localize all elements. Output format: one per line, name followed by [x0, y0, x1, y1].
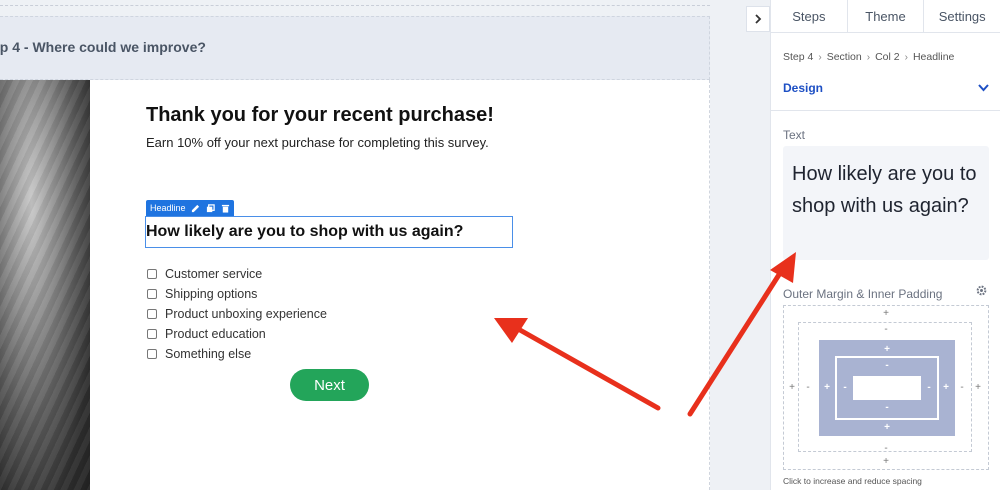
option-item[interactable]: Product education: [147, 324, 327, 344]
next-button[interactable]: Next: [290, 369, 369, 401]
edit-icon[interactable]: [191, 203, 201, 213]
gear-icon[interactable]: [976, 285, 987, 299]
divider: [771, 110, 1000, 111]
chevron-right-icon: ›: [818, 51, 822, 63]
previous-section-edge: [0, 0, 710, 6]
step-header-bar[interactable]: ep 4 - Where could we improve?: [0, 16, 710, 80]
trash-icon[interactable]: [220, 203, 230, 213]
option-label: Something else: [165, 347, 252, 361]
design-accordion[interactable]: Design: [783, 81, 989, 95]
option-checkbox[interactable]: [147, 289, 157, 299]
margin-bottom-increase[interactable]: +: [881, 456, 891, 467]
margin-top-increase[interactable]: +: [881, 308, 891, 319]
margin-bottom-decrease[interactable]: -: [881, 443, 891, 454]
option-item[interactable]: Something else: [147, 344, 327, 364]
option-label: Product unboxing experience: [165, 307, 327, 321]
tab-settings[interactable]: Settings: [924, 0, 1000, 32]
breadcrumb-section[interactable]: Section: [827, 51, 862, 63]
padding-right-decrease[interactable]: -: [924, 382, 934, 393]
step-title: ep 4 - Where could we improve?: [0, 39, 206, 55]
design-label: Design: [783, 81, 824, 95]
option-item[interactable]: Shipping options: [147, 284, 327, 304]
padding-bottom-decrease[interactable]: -: [882, 402, 892, 413]
option-checkbox[interactable]: [147, 329, 157, 339]
option-checkbox[interactable]: [147, 349, 157, 359]
headline-toolbar: Headline: [146, 200, 234, 216]
padding-left-increase[interactable]: +: [822, 382, 832, 393]
margin-left-increase[interactable]: +: [787, 382, 797, 393]
padding-left-decrease[interactable]: -: [840, 382, 850, 393]
option-label: Customer service: [165, 267, 263, 281]
breadcrumb-headline[interactable]: Headline: [913, 51, 954, 63]
collapse-panel-button[interactable]: [746, 6, 770, 32]
padding-top-decrease[interactable]: -: [882, 360, 892, 371]
thank-you-heading[interactable]: Thank you for your recent purchase!: [146, 104, 494, 127]
chevron-down-icon: [978, 81, 989, 95]
option-label: Shipping options: [165, 287, 258, 301]
option-label: Product education: [165, 327, 266, 341]
hero-image[interactable]: [0, 80, 90, 490]
content-core: [853, 376, 921, 400]
breadcrumb-step[interactable]: Step 4: [783, 51, 813, 63]
chevron-right-icon: ›: [866, 51, 871, 63]
panel-tabs: Steps Theme Settings: [771, 0, 1000, 33]
chevron-right-icon: ›: [904, 51, 908, 63]
option-item[interactable]: Customer service: [147, 264, 327, 284]
settings-panel: Steps Theme Settings Step 4 › Section › …: [770, 0, 1000, 490]
options-list: Customer service Shipping options Produc…: [147, 264, 327, 364]
padding-right-increase[interactable]: +: [941, 382, 951, 393]
editor-canvas: ep 4 - Where could we improve? Thank you…: [0, 0, 770, 490]
breadcrumb-col[interactable]: Col 2: [875, 51, 900, 63]
tab-theme[interactable]: Theme: [848, 0, 925, 32]
spacing-editor: + - - + + - - + + - - + + - - +: [783, 305, 989, 470]
margin-top-decrease[interactable]: -: [881, 324, 891, 335]
tab-steps[interactable]: Steps: [771, 0, 848, 32]
text-field-label: Text: [783, 128, 806, 142]
padding-area: + - - + + - - +: [819, 340, 955, 436]
margin-right-increase[interactable]: +: [973, 382, 983, 393]
option-item[interactable]: Product unboxing experience: [147, 304, 327, 324]
copy-icon[interactable]: [205, 203, 215, 213]
chevron-right-icon: [754, 11, 762, 27]
padding-bottom-increase[interactable]: +: [882, 422, 892, 433]
thank-you-subtext[interactable]: Earn 10% off your next purchase for comp…: [146, 135, 489, 150]
spacing-hint: Click to increase and reduce spacing: [783, 476, 922, 486]
margin-left-decrease[interactable]: -: [803, 382, 813, 393]
question-headline[interactable]: How likely are you to shop with us again…: [146, 223, 463, 241]
headline-text-input[interactable]: How likely are you to shop with us again…: [783, 146, 989, 260]
padding-top-increase[interactable]: +: [882, 344, 892, 355]
spacing-label: Outer Margin & Inner Padding: [783, 287, 943, 301]
margin-right-decrease[interactable]: -: [957, 382, 967, 393]
breadcrumb: Step 4 › Section › Col 2 › Headline: [783, 51, 954, 63]
headline-toolbar-label: Headline: [150, 203, 186, 213]
option-checkbox[interactable]: [147, 269, 157, 279]
option-checkbox[interactable]: [147, 309, 157, 319]
